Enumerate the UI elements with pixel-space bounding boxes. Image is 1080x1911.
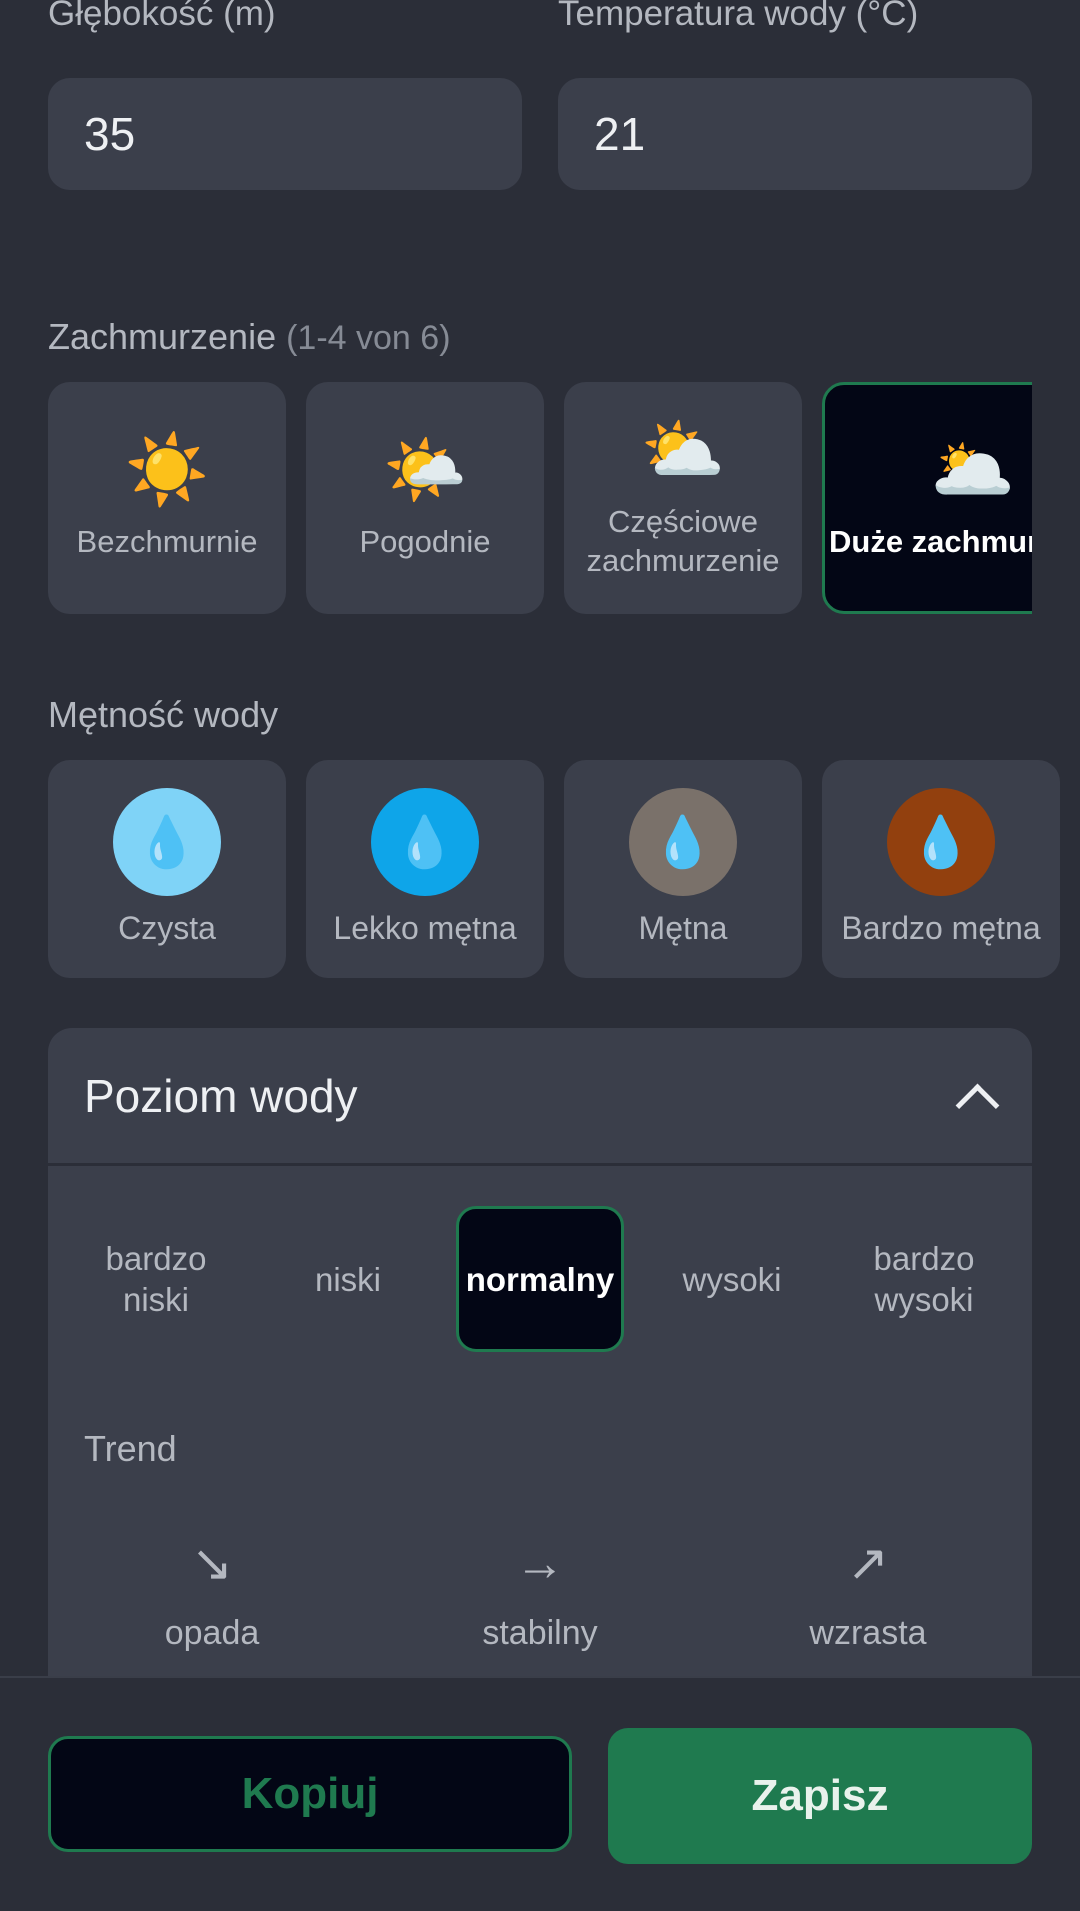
depth-input[interactable]: 35 <box>48 78 522 190</box>
screen: Głębokość (m) 35 Temperatura wody (°C) 2… <box>0 0 1080 1911</box>
clouds-options: ☀️ Bezchmurnie 🌤️ Pogodnie ⛅ Częściowe z… <box>48 382 1032 614</box>
turbidity-option-turbid[interactable]: 💧 Mętna <box>564 760 802 978</box>
trend-label: Trend <box>84 1428 177 1469</box>
level-low[interactable]: niski <box>264 1206 432 1352</box>
cloud-option-label: Bezchmurnie <box>76 523 258 559</box>
level-label: wysoki <box>682 1260 782 1298</box>
level-high[interactable]: wysoki <box>648 1206 816 1352</box>
clouds-label: Zachmurzenie <box>48 316 277 357</box>
trend-options: ↘ opada → stabilny ↗ wzrasta <box>48 1538 1032 1653</box>
cloud-option-label: Częściowe zachmurzenie <box>586 504 780 578</box>
level-label: bardzo niski <box>105 1240 207 1318</box>
trend-option-label: stabilny <box>482 1614 598 1652</box>
copy-button[interactable]: Kopiuj <box>48 1736 572 1852</box>
water-level-options: bardzo niski niski normalny wysoki bardz… <box>48 1206 1032 1352</box>
cloud-option-clear[interactable]: ☀️ Bezchmurnie <box>48 382 286 614</box>
turbidity-option-label: Lekko mętna <box>333 910 517 946</box>
level-very-high[interactable]: bardzo wysoki <box>840 1206 1008 1352</box>
depth-label: Głębokość (m) <box>48 0 276 33</box>
clouds-section-label: Zachmurzenie (1-4 von 6) <box>48 316 451 358</box>
level-very-low[interactable]: bardzo niski <box>72 1206 240 1352</box>
trend-option-label: opada <box>164 1614 260 1652</box>
cloud-option-mostly-cloudy[interactable]: 🌥️ Duże zachmurzenie <box>822 382 1032 614</box>
turbidity-options: 💧 Czysta 💧 Lekko mętna 💧 Mętna 💧 Bardzo … <box>48 760 1080 978</box>
bottom-action-bar: Kopiuj Zapisz <box>0 1676 1080 1911</box>
turbidity-option-very[interactable]: 💧 Bardzo mętna <box>822 760 1060 978</box>
cloud-option-partly[interactable]: ⛅ Częściowe zachmurzenie <box>564 382 802 614</box>
sun-behind-cloud-icon: ⛅ <box>640 412 726 488</box>
trend-option-label: wzrasta <box>809 1614 927 1652</box>
save-button[interactable]: Zapisz <box>608 1728 1032 1864</box>
droplet-icon: 💧 <box>371 788 479 896</box>
turbidity-option-label: Bardzo mętna <box>841 910 1041 946</box>
level-normal[interactable]: normalny <box>456 1206 624 1352</box>
arrow-down-right-icon: ↘ <box>191 1535 233 1591</box>
sun-small-cloud-icon: 🌤️ <box>382 431 468 508</box>
droplet-icon: 💧 <box>629 788 737 896</box>
level-label: normalny <box>465 1260 615 1298</box>
droplet-icon: 💧 <box>887 788 995 896</box>
turbidity-option-clear[interactable]: 💧 Czysta <box>48 760 286 978</box>
cloud-option-fair[interactable]: 🌤️ Pogodnie <box>306 382 544 614</box>
turbidity-option-label: Czysta <box>118 910 216 946</box>
water-level-panel: Poziom wody bardzo niski niski normalny … <box>48 1028 1032 1728</box>
trend-stable[interactable]: → stabilny <box>410 1538 670 1653</box>
water-level-title: Poziom wody <box>84 1069 358 1122</box>
clouds-hint: (1-4 von 6) <box>286 319 451 357</box>
droplet-icon: 💧 <box>113 788 221 896</box>
water-temp-input[interactable]: 21 <box>558 78 1032 190</box>
cloud-option-label: Duże zachmurzenie <box>829 523 1032 559</box>
sun-icon: ☀️ <box>124 431 210 508</box>
turbidity-label: Mętność wody <box>48 694 279 735</box>
cloud-option-label: Pogodnie <box>359 523 491 559</box>
trend-falling[interactable]: ↘ opada <box>82 1538 342 1653</box>
turbidity-option-slightly[interactable]: 💧 Lekko mętna <box>306 760 544 978</box>
water-temp-label: Temperatura wody (°C) <box>558 0 919 33</box>
sun-behind-large-cloud-icon: 🌥️ <box>930 431 1016 508</box>
level-label: bardzo wysoki <box>873 1240 975 1318</box>
level-label: niski <box>314 1260 382 1298</box>
trend-rising[interactable]: ↗ wzrasta <box>738 1538 998 1653</box>
arrow-right-icon: → <box>515 1535 565 1591</box>
arrow-up-right-icon: ↗ <box>847 1535 889 1591</box>
chevron-up-icon[interactable] <box>956 1076 996 1116</box>
turbidity-option-label: Mętna <box>638 910 728 946</box>
water-level-header[interactable]: Poziom wody <box>48 1028 1032 1166</box>
